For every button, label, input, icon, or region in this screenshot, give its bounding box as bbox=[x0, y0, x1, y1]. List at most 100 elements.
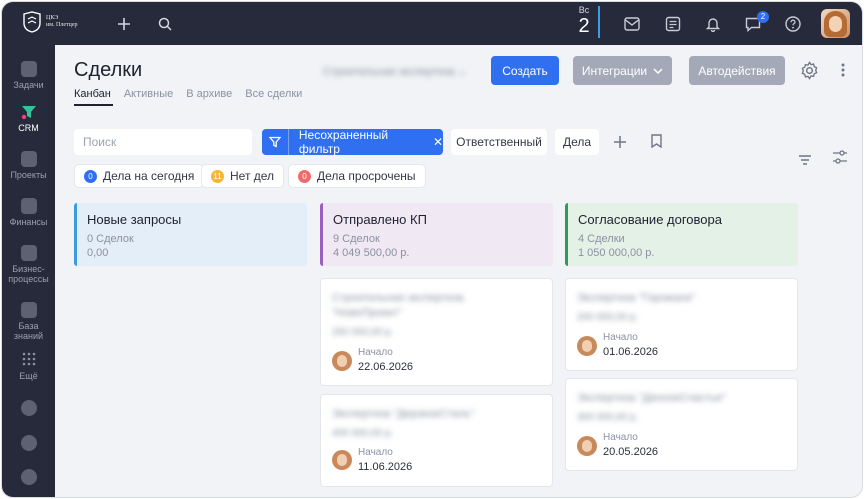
responsible-avatar[interactable] bbox=[332, 450, 352, 470]
deal-amount: 300 000,00 р. bbox=[577, 412, 639, 423]
counter-no-tasks[interactable]: 11 Нет дел bbox=[201, 164, 285, 188]
responsible-avatar[interactable] bbox=[332, 351, 352, 371]
finance-icon bbox=[20, 198, 37, 214]
sidebar-app-3[interactable] bbox=[2, 469, 55, 488]
deal-amount: 400 000,00 р. bbox=[332, 428, 394, 439]
automation-button[interactable]: Автодействия bbox=[689, 56, 785, 85]
integrations-label: Интеграции bbox=[581, 63, 648, 78]
chevron-down-icon: ⌄ bbox=[457, 66, 468, 78]
search-input[interactable]: Поиск bbox=[74, 129, 252, 155]
tab-active[interactable]: Активные bbox=[124, 88, 173, 100]
add-filter-icon[interactable] bbox=[613, 135, 627, 154]
responsible-filter[interactable]: Ответственный bbox=[451, 129, 547, 155]
deal-title[interactable]: Строительная экспертиза "НовоПроект" bbox=[332, 291, 464, 321]
kanban-column-new-requests[interactable]: Новые запросы 0 Сделок 0,00 bbox=[74, 203, 307, 266]
kanban-column-contract-approval[interactable]: Согласование договора 4 Сделки 1 050 000… bbox=[565, 203, 798, 266]
tab-all-deals[interactable]: Все сделки bbox=[245, 88, 302, 100]
deal-title[interactable]: Экспертиза "ДерзкоеСталь" bbox=[332, 407, 474, 422]
counter-label: Дела на сегодня bbox=[103, 169, 195, 183]
tab-kanban[interactable]: Канбан bbox=[74, 88, 111, 100]
more-vertical-icon[interactable] bbox=[841, 63, 845, 82]
deal-title-line-1: Строительная экспертиза bbox=[332, 292, 464, 304]
add-icon[interactable] bbox=[113, 13, 135, 35]
app-window: ЦКЭ им. Плетцер Вс 2 2 Задачи CRM Проект… bbox=[1, 1, 863, 498]
column-sum: 1 050 000,00 р. bbox=[578, 247, 655, 259]
integrations-button[interactable]: Интеграции bbox=[573, 56, 672, 85]
deal-date: 11.06.2026 bbox=[358, 461, 413, 473]
sidebar-item-finance[interactable]: Финансы bbox=[2, 198, 55, 227]
bell-icon[interactable] bbox=[702, 13, 724, 35]
sidebar-item-knowledge[interactable]: База знаний bbox=[2, 302, 55, 341]
deal-title[interactable]: Экспертиза "ДачноеСчастье" bbox=[577, 391, 726, 406]
sidebar-item-more[interactable]: Ещё bbox=[2, 352, 55, 381]
create-button[interactable]: Создать bbox=[491, 56, 559, 85]
sidebar-item-label-2: знаний bbox=[13, 331, 44, 341]
settings-gear-icon bbox=[20, 435, 37, 451]
counter-label: Дела просрочены bbox=[317, 169, 416, 183]
logo-emblem-icon bbox=[23, 11, 41, 33]
sidebar-item-crm[interactable]: CRM bbox=[2, 104, 55, 133]
deal-stage-label: Начало bbox=[358, 347, 393, 358]
deal-card[interactable]: Экспертиза "ДачноеСчастье" 300 000,00 р.… bbox=[565, 378, 798, 471]
app-icon bbox=[20, 400, 37, 416]
sidebar-item-label: Проекты bbox=[10, 170, 47, 180]
settings-gear-icon[interactable] bbox=[800, 61, 819, 85]
view-settings-icon[interactable] bbox=[832, 149, 848, 170]
column-count: 4 Сделки bbox=[578, 233, 625, 245]
sidebar: Задачи CRM Проекты Финансы Бизнес- проце… bbox=[2, 45, 55, 497]
day-number: 2 bbox=[578, 15, 590, 37]
bookmark-icon[interactable] bbox=[651, 134, 662, 153]
deal-stage-label: Начало bbox=[603, 332, 638, 343]
column-sum: 4 049 500,00 р. bbox=[333, 247, 410, 259]
deal-amount: 200 000,00 р. bbox=[577, 312, 639, 323]
help-icon[interactable] bbox=[782, 13, 804, 35]
mail-icon[interactable] bbox=[621, 13, 643, 35]
notes-icon[interactable] bbox=[662, 13, 684, 35]
sort-icon[interactable] bbox=[798, 152, 812, 170]
deal-date: 20.05.2026 bbox=[603, 446, 659, 458]
column-sum: 0,00 bbox=[87, 247, 109, 259]
deal-stage-label: Начало bbox=[358, 447, 393, 458]
crm-funnel-icon bbox=[21, 104, 37, 120]
deal-date: 22.06.2026 bbox=[358, 361, 414, 373]
deal-card[interactable]: Экспертиза "Горожане" 200 000,00 р. Нача… bbox=[565, 278, 798, 371]
chat-badge: 2 bbox=[757, 11, 769, 23]
sidebar-item-tasks[interactable]: Задачи bbox=[2, 61, 55, 90]
calendar-day-widget[interactable]: Вс 2 bbox=[572, 5, 596, 37]
pipeline-selector[interactable]: Строительная экспертиза ⌄ bbox=[323, 65, 467, 78]
knowledge-icon bbox=[20, 302, 37, 318]
deal-date: 01.06.2026 bbox=[603, 346, 659, 358]
sidebar-app-2[interactable] bbox=[2, 435, 55, 454]
sidebar-item-processes[interactable]: Бизнес- процессы bbox=[2, 245, 55, 284]
sidebar-item-label: Ещё bbox=[19, 371, 38, 381]
projects-icon bbox=[20, 151, 37, 167]
deal-card[interactable]: Экспертиза "ДерзкоеСталь" 400 000,00 р. … bbox=[320, 394, 553, 487]
sidebar-item-projects[interactable]: Проекты bbox=[2, 151, 55, 180]
user-avatar[interactable] bbox=[821, 9, 850, 38]
tasks-filter[interactable]: Дела bbox=[555, 129, 599, 155]
column-title: Новые запросы bbox=[87, 212, 182, 227]
deal-card[interactable]: Строительная экспертиза "НовоПроект" 250… bbox=[320, 278, 553, 386]
pipeline-name: Строительная экспертиза bbox=[323, 66, 455, 78]
company-logo[interactable]: ЦКЭ им. Плетцер bbox=[22, 11, 78, 33]
responsible-avatar[interactable] bbox=[577, 336, 597, 356]
responsible-avatar[interactable] bbox=[577, 436, 597, 456]
column-title: Отправлено КП bbox=[333, 212, 427, 227]
tab-archive[interactable]: В архиве bbox=[186, 88, 232, 100]
kanban-column-proposal-sent[interactable]: Отправлено КП 9 Сделок 4 049 500,00 р. bbox=[320, 203, 553, 266]
deal-title[interactable]: Экспертиза "Горожане" bbox=[577, 291, 696, 306]
deal-amount: 250 000,00 р. bbox=[332, 327, 394, 338]
counter-label: Нет дел bbox=[230, 169, 275, 183]
tasks-icon bbox=[20, 61, 37, 77]
sidebar-item-label: Задачи bbox=[13, 80, 44, 90]
chevron-down-icon bbox=[653, 67, 663, 74]
column-title: Согласование договора bbox=[578, 212, 722, 227]
search-icon[interactable] bbox=[154, 13, 176, 35]
counter-overdue[interactable]: 0 Дела просрочены bbox=[288, 164, 426, 188]
active-filter-chip[interactable]: Несохраненный фильтр ✕ bbox=[262, 128, 443, 156]
close-icon[interactable]: ✕ bbox=[433, 135, 443, 149]
sidebar-app-1[interactable] bbox=[2, 400, 55, 419]
sidebar-item-label-1: Бизнес- bbox=[12, 264, 45, 274]
view-tabs: Канбан Активные В архиве Все сделки bbox=[74, 88, 315, 100]
counter-today[interactable]: 0 Дела на сегодня bbox=[74, 164, 205, 188]
